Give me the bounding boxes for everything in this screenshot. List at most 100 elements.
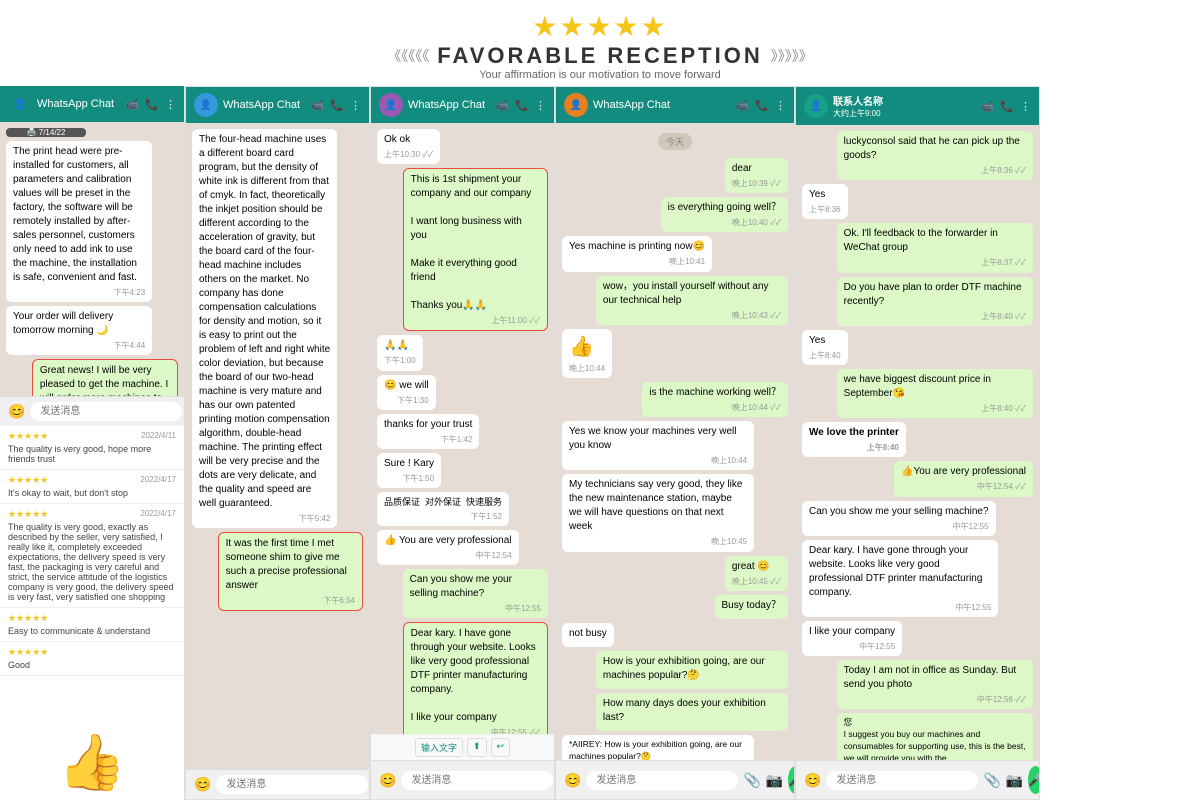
call-icon-5[interactable]: 📞 xyxy=(1000,100,1014,113)
menu-icon-2[interactable]: ⋮ xyxy=(350,99,361,112)
review-item-0: ★★★★★2022/4/11The quality is very good, … xyxy=(0,426,184,470)
review-date: 2022/4/17 xyxy=(140,509,176,518)
panel-1: 👤 WhatsApp Chat 📹 📞 ⋮ 🖨️ 7/14/22 The pri… xyxy=(0,86,185,800)
chat-footer-4: 😊 📎 📷 🎤 xyxy=(556,760,794,799)
chat-footer-2: 😊 📎 📷 🎤 xyxy=(186,769,369,799)
msg-5-4: Do you have plan to order DTF machine re… xyxy=(837,277,1033,326)
chat-input-5[interactable] xyxy=(826,771,978,790)
emoji-icon-5[interactable]: 😊 xyxy=(804,772,821,789)
msg-3-5: thanks for your trust下午1:42 xyxy=(377,414,479,449)
emoji-icon-3[interactable]: 😊 xyxy=(379,772,396,789)
chat-body-1: 🖨️ 7/14/22 The print head were pre-insta… xyxy=(0,122,184,396)
menu-icon-4[interactable]: ⋮ xyxy=(775,99,786,112)
chat-input-3[interactable] xyxy=(401,771,553,790)
quick-reply-btn[interactable]: ⬆ xyxy=(467,738,487,757)
chat-body-2: The four-head machine uses a different b… xyxy=(186,123,369,769)
chat-header-4: 👤 WhatsApp Chat 📹 📞 ⋮ xyxy=(556,87,794,123)
star-rating: ★★★★★ xyxy=(0,10,1200,43)
panel-2: 👤 WhatsApp Chat 📹 📞 ⋮ The four-head mach… xyxy=(185,86,370,800)
chat-image-1: 🖨️ 7/14/22 xyxy=(6,128,86,137)
camera-icon-5[interactable]: 📷 xyxy=(1006,772,1023,789)
left-chevrons: 《《《《《 xyxy=(387,46,429,66)
main-content: 👤 WhatsApp Chat 📹 📞 ⋮ 🖨️ 7/14/22 The pri… xyxy=(0,86,1200,800)
msg-time: 下午5:42 xyxy=(199,513,330,524)
chat-name-4: WhatsApp Chat xyxy=(593,99,670,111)
review-stars: ★★★★★ xyxy=(8,475,48,485)
video-icon-5[interactable]: 📹 xyxy=(981,100,995,113)
review-text: Easy to communicate & understand xyxy=(8,626,176,636)
chat-name-2: WhatsApp Chat xyxy=(223,99,300,111)
page-header: ★★★★★ 《《《《《 FAVORABLE RECEPTION 》》》》》 Yo… xyxy=(0,0,1200,86)
msg-3-6: Sure ! Kary下午1:50 xyxy=(377,453,441,488)
call-icon-3[interactable]: 📞 xyxy=(515,99,529,112)
msg-5-1: luckyconsol said that he can pick up the… xyxy=(837,131,1033,180)
translate-btn[interactable]: 输入文字 xyxy=(415,738,463,757)
msg-5-6: we have biggest discount price in Septem… xyxy=(837,369,1033,418)
msg-4-5: 👍晚上10:44 xyxy=(562,329,612,378)
avatar-2: 👤 xyxy=(194,93,218,117)
right-chevrons: 》》》》》 xyxy=(771,46,813,66)
emoji-icon[interactable]: 😊 xyxy=(8,403,25,420)
msg-time: 下午4:44 xyxy=(13,340,145,351)
reviews-section: ★★★★★2022/4/11The quality is very good, … xyxy=(0,426,184,800)
emoji-icon-2[interactable]: 😊 xyxy=(194,776,211,793)
date-divider: 今天 xyxy=(658,133,692,150)
review-stars: ★★★★★ xyxy=(8,613,48,623)
chat-input-2[interactable] xyxy=(216,775,368,794)
review-item-2: ★★★★★2022/4/17The quality is very good, … xyxy=(0,504,184,608)
chat-input-4[interactable] xyxy=(586,771,738,790)
video-icon-2[interactable]: 📹 xyxy=(311,99,325,112)
video-icon[interactable]: 📹 xyxy=(126,98,140,111)
chat-header-icons-5: 📹 📞 ⋮ xyxy=(981,100,1031,113)
msg-4-3: Yes machine is printing now😊晚上10:41 xyxy=(562,236,712,271)
chat-input-1[interactable] xyxy=(30,402,182,421)
review-stars: ★★★★★ xyxy=(8,509,48,519)
send-button-5[interactable]: 🎤 xyxy=(1028,766,1040,794)
review-item-3: ★★★★★ Easy to communicate & understand xyxy=(0,608,184,642)
msg-1-3: Great news! I will be very pleased to ge… xyxy=(32,359,178,396)
msg-3-1: Ok ok上午10:30 ✓✓ xyxy=(377,129,440,164)
page-subtitle: Your affirmation is our motivation to mo… xyxy=(0,69,1200,81)
menu-icon[interactable]: ⋮ xyxy=(165,98,176,111)
avatar-4: 👤 xyxy=(564,93,588,117)
chat-panel-1: 👤 WhatsApp Chat 📹 📞 ⋮ 🖨️ 7/14/22 The pri… xyxy=(0,86,184,426)
menu-icon-5[interactable]: ⋮ xyxy=(1020,100,1031,113)
msg-4-1: dear晚上10:39 ✓✓ xyxy=(725,158,788,193)
msg-4-2: is everything going well？晚上10:40 ✓✓ xyxy=(661,197,788,232)
msg-3-2: This is 1st shipment your company and ou… xyxy=(403,168,548,331)
emoji-icon-4[interactable]: 😊 xyxy=(564,772,581,789)
avatar-1: 👤 xyxy=(8,92,32,116)
panel-5: 👤 联系人名称 大约上午9:00 📹 📞 ⋮ luckyconsol said … xyxy=(795,86,1040,800)
video-icon-4[interactable]: 📹 xyxy=(736,99,750,112)
msg-4-6: is the machine working well？晚上10:44 ✓✓ xyxy=(642,382,788,417)
msg-4-8: My technicians say very good, they like … xyxy=(562,474,754,551)
call-icon-4[interactable]: 📞 xyxy=(755,99,769,112)
chat-name-1: WhatsApp Chat xyxy=(37,98,114,110)
msg-2-2: It was the first time I met someone shim… xyxy=(218,532,363,611)
chat-header-icons-1: 📹 📞 ⋮ xyxy=(126,98,176,111)
chat-footer-5: 😊 📎 📷 🎤 xyxy=(796,760,1039,799)
msg-4-4: wow，you install yourself without any our… xyxy=(596,276,788,325)
chat-footer-3: 😊 📎 📷 🎤 xyxy=(371,760,554,799)
chat-body-5: luckyconsol said that he can pick up the… xyxy=(796,125,1039,760)
video-icon-3[interactable]: 📹 xyxy=(496,99,510,112)
attach-icon-5[interactable]: 📎 xyxy=(983,772,1000,789)
send-button-4[interactable]: 🎤 xyxy=(788,766,795,794)
call-icon-2[interactable]: 📞 xyxy=(330,99,344,112)
msg-5-13: 您I suggest you buy our machines and cons… xyxy=(837,713,1033,760)
review-item-4: ★★★★★Good xyxy=(0,642,184,676)
msg-3-8: 👍 You are very professional中午12:54 xyxy=(377,530,519,565)
msg-time: 下午4:23 xyxy=(13,287,145,298)
chat-header-5: 👤 联系人名称 大约上午9:00 📹 📞 ⋮ xyxy=(796,87,1039,125)
review-list: ★★★★★2022/4/11The quality is very good, … xyxy=(0,426,184,676)
menu-icon-3[interactable]: ⋮ xyxy=(535,99,546,112)
send-btn-3[interactable]: ↩ xyxy=(491,738,511,757)
thumbs-badge: 👍 xyxy=(58,730,126,795)
msg-4-14: *AIIREY: How is your exhibition going, a… xyxy=(562,735,754,760)
attach-icon-4[interactable]: 📎 xyxy=(743,772,760,789)
msg-3-10: Dear kary. I have gone through your webs… xyxy=(403,622,548,734)
camera-icon-4[interactable]: 📷 xyxy=(766,772,783,789)
review-text: Good xyxy=(8,660,176,670)
call-icon[interactable]: 📞 xyxy=(145,98,159,111)
msg-4-7: Yes we know your machines very well you … xyxy=(562,421,754,470)
